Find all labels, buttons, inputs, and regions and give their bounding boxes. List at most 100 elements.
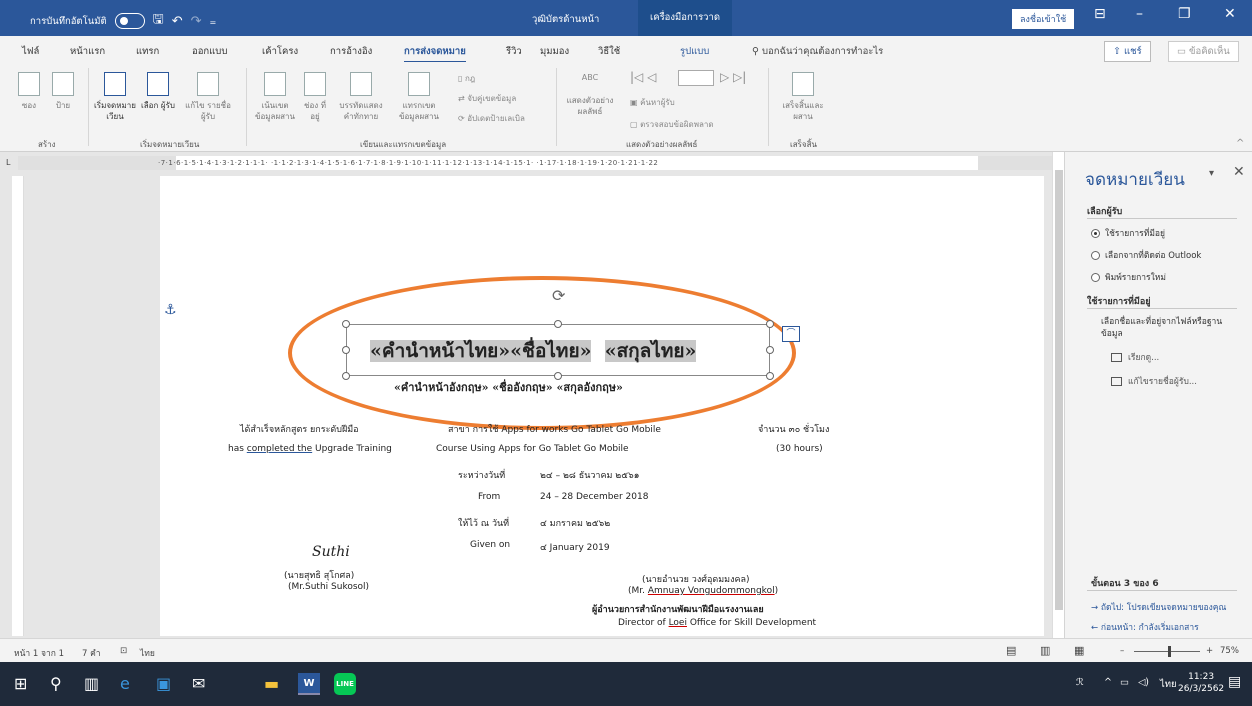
store-icon[interactable]: ▣ xyxy=(156,674,171,693)
collapse-ribbon-icon[interactable]: ^ xyxy=(1236,138,1244,149)
resize-handle[interactable] xyxy=(342,320,350,328)
greeting-line-button[interactable]: บรรทัดแสดง คำทักทาย xyxy=(334,72,388,122)
layout-options-icon[interactable]: ⌒ xyxy=(782,326,800,342)
update-labels-button[interactable]: ⟳ อัปเดตป้ายเลเบิล xyxy=(458,112,525,125)
close-icon[interactable]: ✕ xyxy=(1224,6,1236,22)
print-layout-icon[interactable]: ▥ xyxy=(1040,644,1050,657)
search-icon[interactable]: ⚲ xyxy=(50,674,62,693)
language-indicator[interactable]: ไทย xyxy=(140,646,155,660)
people-icon[interactable]: ℛ xyxy=(1076,677,1084,688)
undo-icon[interactable]: ↶ xyxy=(172,14,183,29)
radio-use-existing[interactable]: ใช้รายการที่มีอยู่ xyxy=(1091,226,1165,240)
proofing-icon[interactable]: ⊡ xyxy=(120,646,127,656)
rotate-handle-icon[interactable]: ⟳ xyxy=(552,286,565,305)
record-number-input[interactable] xyxy=(678,70,714,86)
task-view-icon[interactable]: ▥ xyxy=(84,674,99,693)
rules-button[interactable]: ▯ กฎ xyxy=(458,72,475,85)
zoom-level[interactable]: 75% xyxy=(1220,646,1239,656)
labels-button[interactable]: ป้าย xyxy=(48,72,78,111)
resize-handle[interactable] xyxy=(766,320,774,328)
edit-recipient-list-link[interactable]: แก้ไขรายชื่อผู้รับ... xyxy=(1111,374,1197,388)
scroll-thumb[interactable] xyxy=(1055,170,1063,610)
pane-options-icon[interactable]: ▾ xyxy=(1209,168,1214,179)
tab-references[interactable]: การอ้างอิง xyxy=(330,44,372,59)
tab-home[interactable]: หน้าแรก xyxy=(70,44,105,59)
tab-mailings[interactable]: การส่งจดหมาย xyxy=(404,44,466,63)
first-record-icon[interactable]: |◁ ◁ xyxy=(630,70,656,84)
word-count[interactable]: 7 คำ xyxy=(82,646,101,660)
browse-link[interactable]: เรียกดู... xyxy=(1111,350,1159,364)
tab-file[interactable]: ไฟล์ xyxy=(22,44,39,59)
radio-outlook-contacts[interactable]: เลือกจากที่ติดต่อ Outlook xyxy=(1091,248,1201,262)
tab-insert[interactable]: แทรก xyxy=(136,44,159,59)
merge-field-thai-name[interactable]: «คำนำหน้าไทย»«ชื่อไทย» «สกุลไทย» xyxy=(370,336,697,366)
tab-view[interactable]: มุมมอง xyxy=(540,44,569,59)
sign-in-button[interactable]: ลงชื่อเข้าใช้ xyxy=(1012,9,1075,29)
volume-icon[interactable]: ◁) xyxy=(1138,677,1149,688)
resize-handle[interactable] xyxy=(554,320,562,328)
tell-me-search[interactable]: ⚲ บอกฉันว่าคุณต้องการทำอะไร xyxy=(752,44,883,59)
resize-handle[interactable] xyxy=(766,372,774,380)
tab-layout[interactable]: เค้าโครง xyxy=(262,44,298,59)
autosave-toggle[interactable] xyxy=(114,13,145,29)
insert-merge-field-button[interactable]: แทรกเขต ข้อมูลผสาน xyxy=(392,72,446,122)
start-mail-merge-button[interactable]: เริ่มจดหมาย เวียน xyxy=(94,72,136,122)
horizontal-ruler[interactable]: ·7·1·6·1·5·1·4·1·3·1·2·1·1·1· ·1·1·2·1·3… xyxy=(18,156,1058,170)
merge-field-prefix-name-th[interactable]: «คำนำหน้าไทย»«ชื่อไทย» xyxy=(370,340,592,362)
resize-handle[interactable] xyxy=(342,372,350,380)
system-clock[interactable]: 11:23 26/3/2562 xyxy=(1178,671,1224,695)
last-record-icon[interactable]: ▷ ▷| xyxy=(720,70,746,84)
web-layout-icon[interactable]: ▦ xyxy=(1074,644,1084,657)
edit-recipients-button[interactable]: แก้ไข รายชื่อผู้รับ xyxy=(180,72,236,122)
next-step-link[interactable]: → ถัดไป: โปรดเขียนจดหมายของคุณ xyxy=(1091,600,1226,614)
redo-icon[interactable]: ↷ xyxy=(191,14,202,29)
match-fields-button[interactable]: ⇄ จับคู่เขตข้อมูล xyxy=(458,92,516,105)
save-icon[interactable]: 🖫 xyxy=(153,10,164,32)
share-button[interactable]: ⇧ แชร์ xyxy=(1104,41,1151,62)
zoom-in-icon[interactable]: + xyxy=(1206,646,1213,656)
line-app-icon[interactable]: LINE xyxy=(334,673,356,695)
merge-field-surname-th[interactable]: «สกุลไทย» xyxy=(604,340,697,362)
restore-icon[interactable]: ❐ xyxy=(1178,6,1191,22)
document-page[interactable]: ⚓ ⟳ ⌒ «คำนำหน้าไทย»«ชื่อไทย» «สกุลไทย» «… xyxy=(160,176,1044,636)
network-icon[interactable]: ▭ xyxy=(1120,677,1129,688)
read-mode-icon[interactable]: ▤ xyxy=(1006,644,1016,657)
zoom-slider[interactable] xyxy=(1134,651,1200,652)
zoom-out-icon[interactable]: – xyxy=(1120,646,1124,656)
page-count[interactable]: หน้า 1 จาก 1 xyxy=(14,646,64,660)
zoom-slider-thumb[interactable] xyxy=(1168,646,1171,657)
pane-scrollbar[interactable] xyxy=(1243,152,1252,638)
envelopes-button[interactable]: ซอง xyxy=(14,72,44,111)
comments-button[interactable]: ▭ ข้อคิดเห็น xyxy=(1168,41,1239,62)
file-explorer-icon[interactable]: ▬ xyxy=(264,674,279,693)
resize-handle[interactable] xyxy=(342,346,350,354)
windows-start-icon[interactable]: ⊞ xyxy=(14,674,27,693)
input-language-indicator[interactable]: ไทย xyxy=(1160,677,1177,692)
tab-help[interactable]: วิธีใช้ xyxy=(598,44,620,59)
customize-qat-icon[interactable]: ₌ xyxy=(210,14,217,29)
merge-field-english-name[interactable]: «คำนำหน้าอังกฤษ» «ชื่ออังกฤษ» «สกุลอังกฤ… xyxy=(394,378,623,396)
resize-handle[interactable] xyxy=(766,346,774,354)
notification-icon[interactable]: ▤ xyxy=(1228,674,1241,690)
word-taskbar-icon[interactable]: W xyxy=(298,673,320,695)
ribbon-display-icon[interactable]: ⊟ xyxy=(1094,6,1106,22)
tab-review[interactable]: รีวิว xyxy=(506,44,522,59)
tab-selector-icon[interactable]: L xyxy=(6,158,10,167)
minimize-icon[interactable]: – xyxy=(1136,6,1143,22)
tray-expand-icon[interactable]: ^ xyxy=(1104,677,1112,688)
select-recipients-button[interactable]: เลือก ผู้รับ xyxy=(140,72,176,111)
tab-design[interactable]: ออกแบบ xyxy=(192,44,227,59)
find-recipient-button[interactable]: ▣ ค้นหาผู้รับ xyxy=(630,96,675,109)
vertical-scrollbar[interactable] xyxy=(1052,152,1064,638)
previous-step-link[interactable]: ← ก่อนหน้า: กำลังเริ่มเอกสาร xyxy=(1091,620,1199,634)
finish-merge-button[interactable]: เสร็จสิ้นและ ผสาน xyxy=(776,72,830,122)
check-errors-button[interactable]: ▢ ตรวจสอบข้อผิดพลาด xyxy=(630,118,714,131)
edge-browser-icon[interactable]: e xyxy=(120,674,130,693)
tab-format[interactable]: รูปแบบ xyxy=(680,44,709,59)
highlight-merge-fields-button[interactable]: เน้นเขต ข้อมูลผสาน xyxy=(252,72,298,122)
preview-results-button[interactable]: ABC แสดงตัวอย่าง ผลลัพธ์ xyxy=(564,72,616,117)
radio-type-new-list[interactable]: พิมพ์รายการใหม่ xyxy=(1091,270,1166,284)
mail-icon[interactable]: ✉ xyxy=(192,674,205,693)
address-block-button[interactable]: ช่อง ที่อยู่ xyxy=(300,72,330,122)
vertical-ruler[interactable] xyxy=(12,176,24,636)
